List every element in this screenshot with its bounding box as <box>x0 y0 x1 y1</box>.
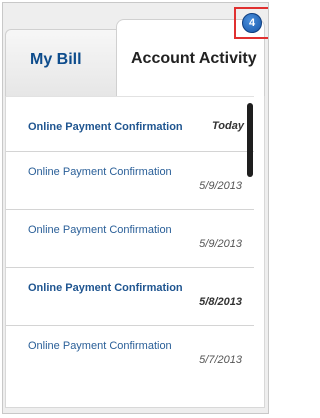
tab-account-activity-label: Account Activity <box>131 50 257 67</box>
activity-date: 5/7/2013 <box>199 354 242 366</box>
activity-date: Today <box>212 120 244 132</box>
activity-list-items: Online Payment Confirmation Today Online… <box>6 96 254 383</box>
activity-date: 5/9/2013 <box>199 180 242 192</box>
notification-badge[interactable]: 4 <box>242 13 262 33</box>
list-item[interactable]: Online Payment Confirmation 5/7/2013 <box>6 325 254 383</box>
activity-date: 5/8/2013 <box>199 296 242 308</box>
activity-title: Online Payment Confirmation <box>28 224 172 236</box>
app-panel: My Bill Account Activity Online Payment … <box>2 2 269 414</box>
notification-badge-highlight: 4 <box>234 7 268 39</box>
activity-list[interactable]: Online Payment Confirmation Today Online… <box>5 96 265 408</box>
list-item[interactable]: Online Payment Confirmation 5/9/2013 <box>6 209 254 267</box>
activity-title: Online Payment Confirmation <box>28 282 183 294</box>
tab-my-bill-label: My Bill <box>30 51 82 68</box>
list-scrollbar[interactable] <box>247 103 253 177</box>
list-item[interactable]: Online Payment Confirmation Today <box>6 96 254 151</box>
tab-my-bill[interactable]: My Bill <box>5 29 117 97</box>
list-item[interactable]: Online Payment Confirmation 5/9/2013 <box>6 151 254 209</box>
activity-date: 5/9/2013 <box>199 238 242 250</box>
list-item[interactable]: Online Payment Confirmation 5/8/2013 <box>6 267 254 325</box>
activity-title: Online Payment Confirmation <box>28 340 172 352</box>
activity-title: Online Payment Confirmation <box>28 166 172 178</box>
activity-title: Online Payment Confirmation <box>28 121 183 133</box>
